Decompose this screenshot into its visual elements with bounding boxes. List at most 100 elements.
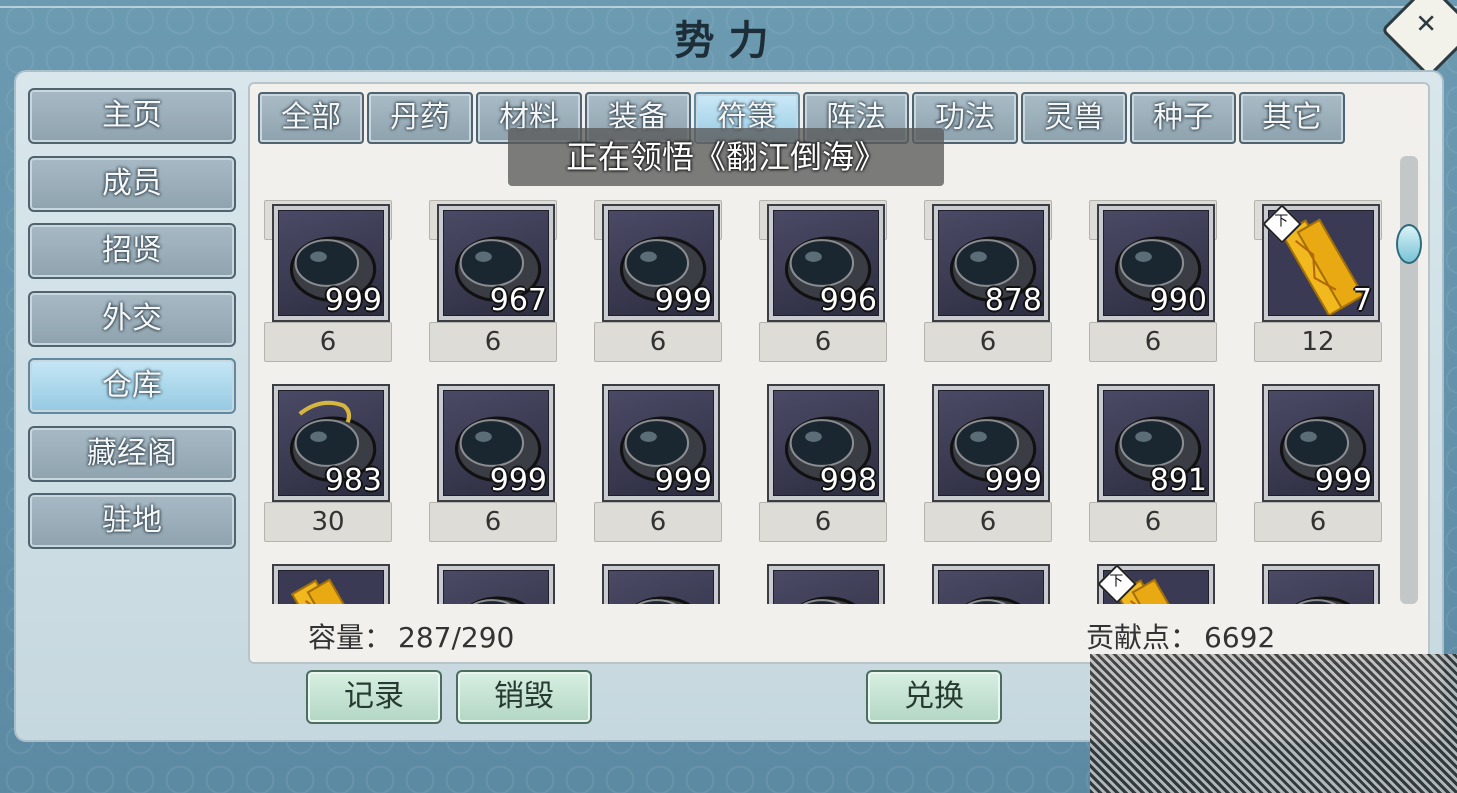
item-icon-frame[interactable]: 990	[1097, 204, 1215, 322]
item-price: 6	[264, 322, 392, 362]
item-price: 6	[924, 502, 1052, 542]
item-price: 30	[264, 502, 392, 542]
item-slot[interactable]: 下	[1089, 564, 1219, 604]
record-button[interactable]: 记录	[306, 670, 442, 724]
sidebar-item-0[interactable]: 主页	[28, 88, 236, 144]
item-quantity: 878	[984, 283, 1042, 318]
item-icon-frame[interactable]: 下7	[1262, 204, 1380, 322]
sidebar-item-4[interactable]: 仓库	[28, 358, 236, 414]
item-quantity: 967	[489, 283, 547, 318]
item-icon-frame[interactable]: 983	[272, 384, 390, 502]
item-quantity: 999	[984, 463, 1042, 498]
item-slot[interactable]: 983 30	[264, 384, 394, 564]
item-slot[interactable]: 996 6	[759, 204, 889, 384]
contribution-value: 6692	[1204, 621, 1276, 654]
item-icon-frame[interactable]	[767, 564, 885, 604]
item-slot[interactable]	[1254, 564, 1384, 604]
tab-9[interactable]: 其它	[1239, 92, 1345, 144]
item-slot[interactable]: 891 6	[1089, 384, 1219, 564]
item-price: 6	[1089, 322, 1217, 362]
tab-0[interactable]: 全部	[258, 92, 364, 144]
item-price: 6	[759, 502, 887, 542]
item-slot[interactable]: 878 6	[924, 204, 1054, 384]
item-icon-frame[interactable]: 999	[437, 384, 555, 502]
item-icon-frame[interactable]	[272, 564, 390, 604]
item-icon-frame[interactable]: 878	[932, 204, 1050, 322]
item-icon-frame[interactable]: 999	[272, 204, 390, 322]
golden-talisman-icon	[278, 570, 384, 604]
contribution-label: 贡献点：	[1086, 621, 1199, 654]
item-slot[interactable]	[429, 564, 559, 604]
item-icon-frame[interactable]: 下	[1097, 564, 1215, 604]
close-x-icon: ✕	[1415, 9, 1437, 40]
black-stone-icon	[938, 570, 1044, 604]
toast-message: 正在领悟《翻江倒海》	[508, 128, 944, 186]
page-title: 势力	[674, 17, 783, 64]
item-slot[interactable]	[594, 564, 724, 604]
item-icon-frame[interactable]: 999	[1262, 384, 1380, 502]
black-stone-icon	[1268, 570, 1374, 604]
item-icon-frame[interactable]: 967	[437, 204, 555, 322]
obscured-region	[1090, 654, 1457, 793]
destroy-button[interactable]: 销毁	[456, 670, 592, 724]
item-icon-frame[interactable]	[1262, 564, 1380, 604]
sidebar-item-5[interactable]: 藏经阁	[28, 425, 236, 482]
capacity-value: 287/290	[398, 621, 515, 654]
sidebar-item-6[interactable]: 驻地	[28, 493, 236, 549]
sidebar-item-2[interactable]: 招贤	[28, 223, 236, 279]
item-row-1: 999 6 967 6 999 6 996 6 878 6 990 6 下 7 12	[264, 204, 1400, 384]
item-quantity: 999	[324, 283, 382, 318]
item-grid[interactable]: 66666 999696769996996687869906下712 98330…	[250, 156, 1400, 604]
item-slot[interactable]: 999 6	[429, 384, 559, 564]
item-price: 6	[759, 322, 887, 362]
sidebar-item-1[interactable]: 成员	[28, 155, 236, 212]
item-quantity: 7	[1352, 283, 1372, 318]
item-slot[interactable]: 999 6	[264, 204, 394, 384]
item-quantity: 999	[489, 463, 547, 498]
capacity-label: 容量：	[308, 621, 393, 654]
item-icon-frame[interactable]: 999	[932, 384, 1050, 502]
item-quantity: 998	[819, 463, 877, 498]
tab-7[interactable]: 灵兽	[1021, 92, 1127, 144]
black-stone-icon	[773, 570, 879, 604]
item-slot[interactable]: 999 6	[924, 384, 1054, 564]
item-price: 6	[1254, 502, 1382, 542]
item-slot[interactable]: 998 6	[759, 384, 889, 564]
capacity-display: 容量： 287/290	[308, 616, 514, 656]
item-price: 6	[594, 322, 722, 362]
item-quantity: 999	[654, 463, 712, 498]
exchange-button[interactable]: 兑换	[866, 670, 1002, 724]
tab-8[interactable]: 种子	[1130, 92, 1236, 144]
item-price: 6	[1089, 502, 1217, 542]
item-icon-frame[interactable]	[932, 564, 1050, 604]
item-icon-frame[interactable]: 999	[602, 384, 720, 502]
item-icon-frame[interactable]: 998	[767, 384, 885, 502]
item-price: 6	[429, 322, 557, 362]
item-slot[interactable]: 999 6	[1254, 384, 1384, 564]
tab-1[interactable]: 丹药	[367, 92, 473, 144]
sidebar-item-3[interactable]: 外交	[28, 290, 236, 347]
item-icon-frame[interactable]	[437, 564, 555, 604]
item-icon-frame[interactable]: 999	[602, 204, 720, 322]
item-slot[interactable]	[924, 564, 1054, 604]
item-slot[interactable]: 967 6	[429, 204, 559, 384]
item-quantity: 996	[819, 283, 877, 318]
item-slot[interactable]: 999 6	[594, 204, 724, 384]
item-slot[interactable]	[264, 564, 394, 604]
item-slot[interactable]: 下 7 12	[1254, 204, 1384, 384]
item-slot[interactable]: 999 6	[594, 384, 724, 564]
item-price: 6	[594, 502, 722, 542]
item-quantity: 999	[1314, 463, 1372, 498]
item-price: 12	[1254, 322, 1382, 362]
item-icon-frame[interactable]	[602, 564, 720, 604]
item-icon-frame[interactable]: 996	[767, 204, 885, 322]
scroll-thumb[interactable]	[1396, 224, 1422, 264]
scrollbar[interactable]	[1396, 156, 1422, 604]
item-slot[interactable]	[759, 564, 889, 604]
item-icon-frame[interactable]: 891	[1097, 384, 1215, 502]
item-slot[interactable]: 990 6	[1089, 204, 1219, 384]
item-quantity: 999	[654, 283, 712, 318]
item-price: 6	[429, 502, 557, 542]
item-quantity: 983	[324, 463, 382, 498]
item-quantity: 990	[1149, 283, 1207, 318]
